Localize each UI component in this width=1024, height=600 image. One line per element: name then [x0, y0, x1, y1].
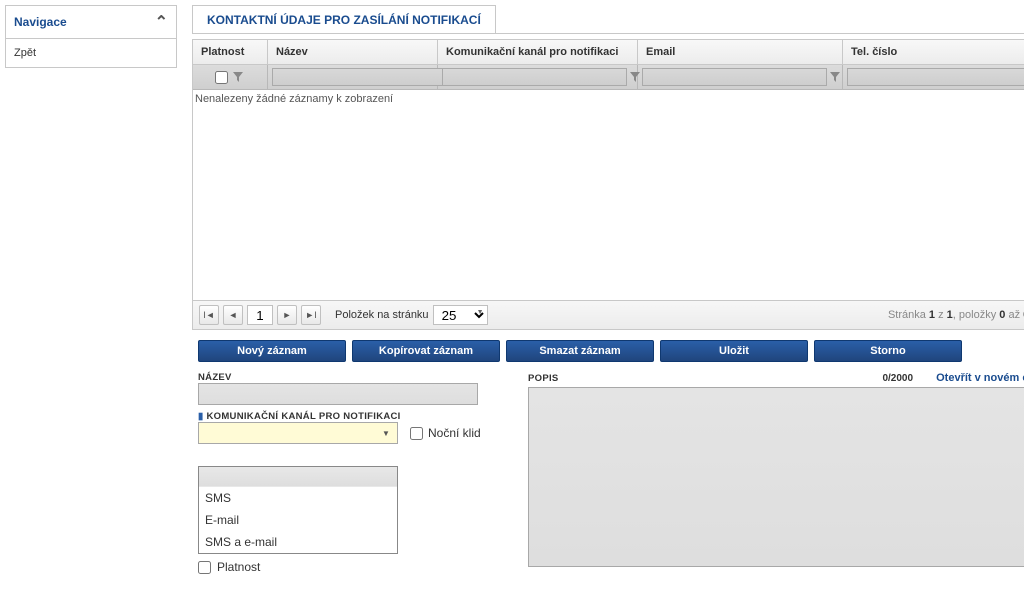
filter-nazev-input[interactable] — [272, 68, 457, 86]
pager-first-button[interactable]: I◄ — [199, 305, 219, 325]
platnost-label: Platnost — [217, 560, 260, 574]
pager: I◄ ◄ ► ►I Položek na stránku 25 Stránka … — [192, 301, 1024, 330]
filter-email-input[interactable] — [642, 68, 827, 86]
sidebar: Navigace ⌃ Zpět — [5, 5, 177, 595]
nav-panel: Navigace ⌃ Zpět — [5, 5, 177, 68]
col-header-email[interactable]: Email — [638, 40, 843, 64]
save-button[interactable]: Uložit — [660, 340, 808, 362]
open-new-window-link[interactable]: Otevřít v novém okně — [936, 372, 1024, 384]
grid-body: Nenalezeny žádné záznamy k zobrazení — [193, 90, 1024, 300]
col-header-tel[interactable]: Tel. číslo — [843, 40, 1024, 64]
pager-pagesize-select[interactable]: 25 — [433, 305, 488, 325]
copy-record-button[interactable]: Kopírovat záznam — [352, 340, 500, 362]
popis-label: POPIS — [528, 373, 559, 384]
chevron-down-icon: ▼ — [379, 426, 393, 440]
chevron-up-icon: ⌃ — [155, 12, 168, 32]
pager-items-label: Položek na stránku — [335, 309, 429, 321]
dropdown-option-email[interactable]: E-mail — [199, 509, 397, 531]
nocni-klid-checkbox[interactable] — [410, 427, 423, 440]
char-counter: 0/2000 — [882, 373, 913, 384]
delete-record-button[interactable]: Smazat záznam — [506, 340, 654, 362]
grid-header: Platnost Název Komunikační kanál pro not… — [193, 40, 1024, 65]
col-header-nazev[interactable]: Název — [268, 40, 438, 64]
pager-next-button[interactable]: ► — [277, 305, 297, 325]
data-grid: Platnost Název Komunikační kanál pro not… — [192, 39, 1024, 301]
cancel-button[interactable]: Storno — [814, 340, 962, 362]
dropdown-option-sms[interactable]: SMS — [199, 487, 397, 509]
col-header-platnost[interactable]: Platnost — [193, 40, 268, 64]
pager-prev-button[interactable]: ◄ — [223, 305, 243, 325]
grid-filter-row — [193, 65, 1024, 90]
filter-tel-input[interactable] — [847, 68, 1024, 86]
col-header-kanal[interactable]: Komunikační kanál pro notifikaci — [438, 40, 638, 64]
kanal-combobox[interactable]: ▼ — [198, 422, 398, 444]
nav-header[interactable]: Navigace ⌃ — [6, 6, 176, 39]
nazev-input[interactable] — [198, 383, 478, 405]
nav-item-back[interactable]: Zpět — [6, 39, 176, 67]
platnost-checkbox[interactable] — [198, 561, 211, 574]
filter-platnost-checkbox[interactable] — [215, 71, 228, 84]
kanal-label: KOMUNIKAČNÍ KANÁL PRO NOTIFIKACI — [198, 411, 508, 422]
dropdown-blank-option[interactable] — [199, 467, 397, 487]
new-record-button[interactable]: Nový záznam — [198, 340, 346, 362]
pager-summary: Stránka 1 z 1, položky 0 až 0 z 0 — [888, 309, 1024, 321]
dropdown-option-sms-email[interactable]: SMS a e-mail — [199, 531, 397, 553]
nav-title: Navigace — [14, 15, 67, 29]
tab-contacts[interactable]: KONTAKTNÍ ÚDAJE PRO ZASÍLÁNÍ NOTIFIKACÍ — [192, 5, 496, 33]
filter-kanal-input[interactable] — [442, 68, 627, 86]
kanal-dropdown: SMS E-mail SMS a e-mail — [198, 466, 398, 554]
main: KONTAKTNÍ ÚDAJE PRO ZASÍLÁNÍ NOTIFIKACÍ … — [192, 5, 1024, 595]
filter-icon[interactable] — [830, 69, 840, 85]
grid-empty-text: Nenalezeny žádné záznamy k zobrazení — [195, 93, 393, 105]
nazev-label: NÁZEV — [198, 372, 508, 383]
action-bar: Nový záznam Kopírovat záznam Smazat zázn… — [192, 330, 1024, 372]
filter-icon[interactable] — [231, 69, 245, 85]
popis-textarea[interactable] — [528, 387, 1024, 567]
form-area: NÁZEV KOMUNIKAČNÍ KANÁL PRO NOTIFIKACI ▼… — [192, 372, 1024, 574]
nocni-klid-label: Noční klid — [428, 426, 481, 440]
pager-page-input[interactable] — [247, 305, 273, 325]
tab-bar: KONTAKTNÍ ÚDAJE PRO ZASÍLÁNÍ NOTIFIKACÍ — [192, 5, 1024, 34]
pager-last-button[interactable]: ►I — [301, 305, 321, 325]
